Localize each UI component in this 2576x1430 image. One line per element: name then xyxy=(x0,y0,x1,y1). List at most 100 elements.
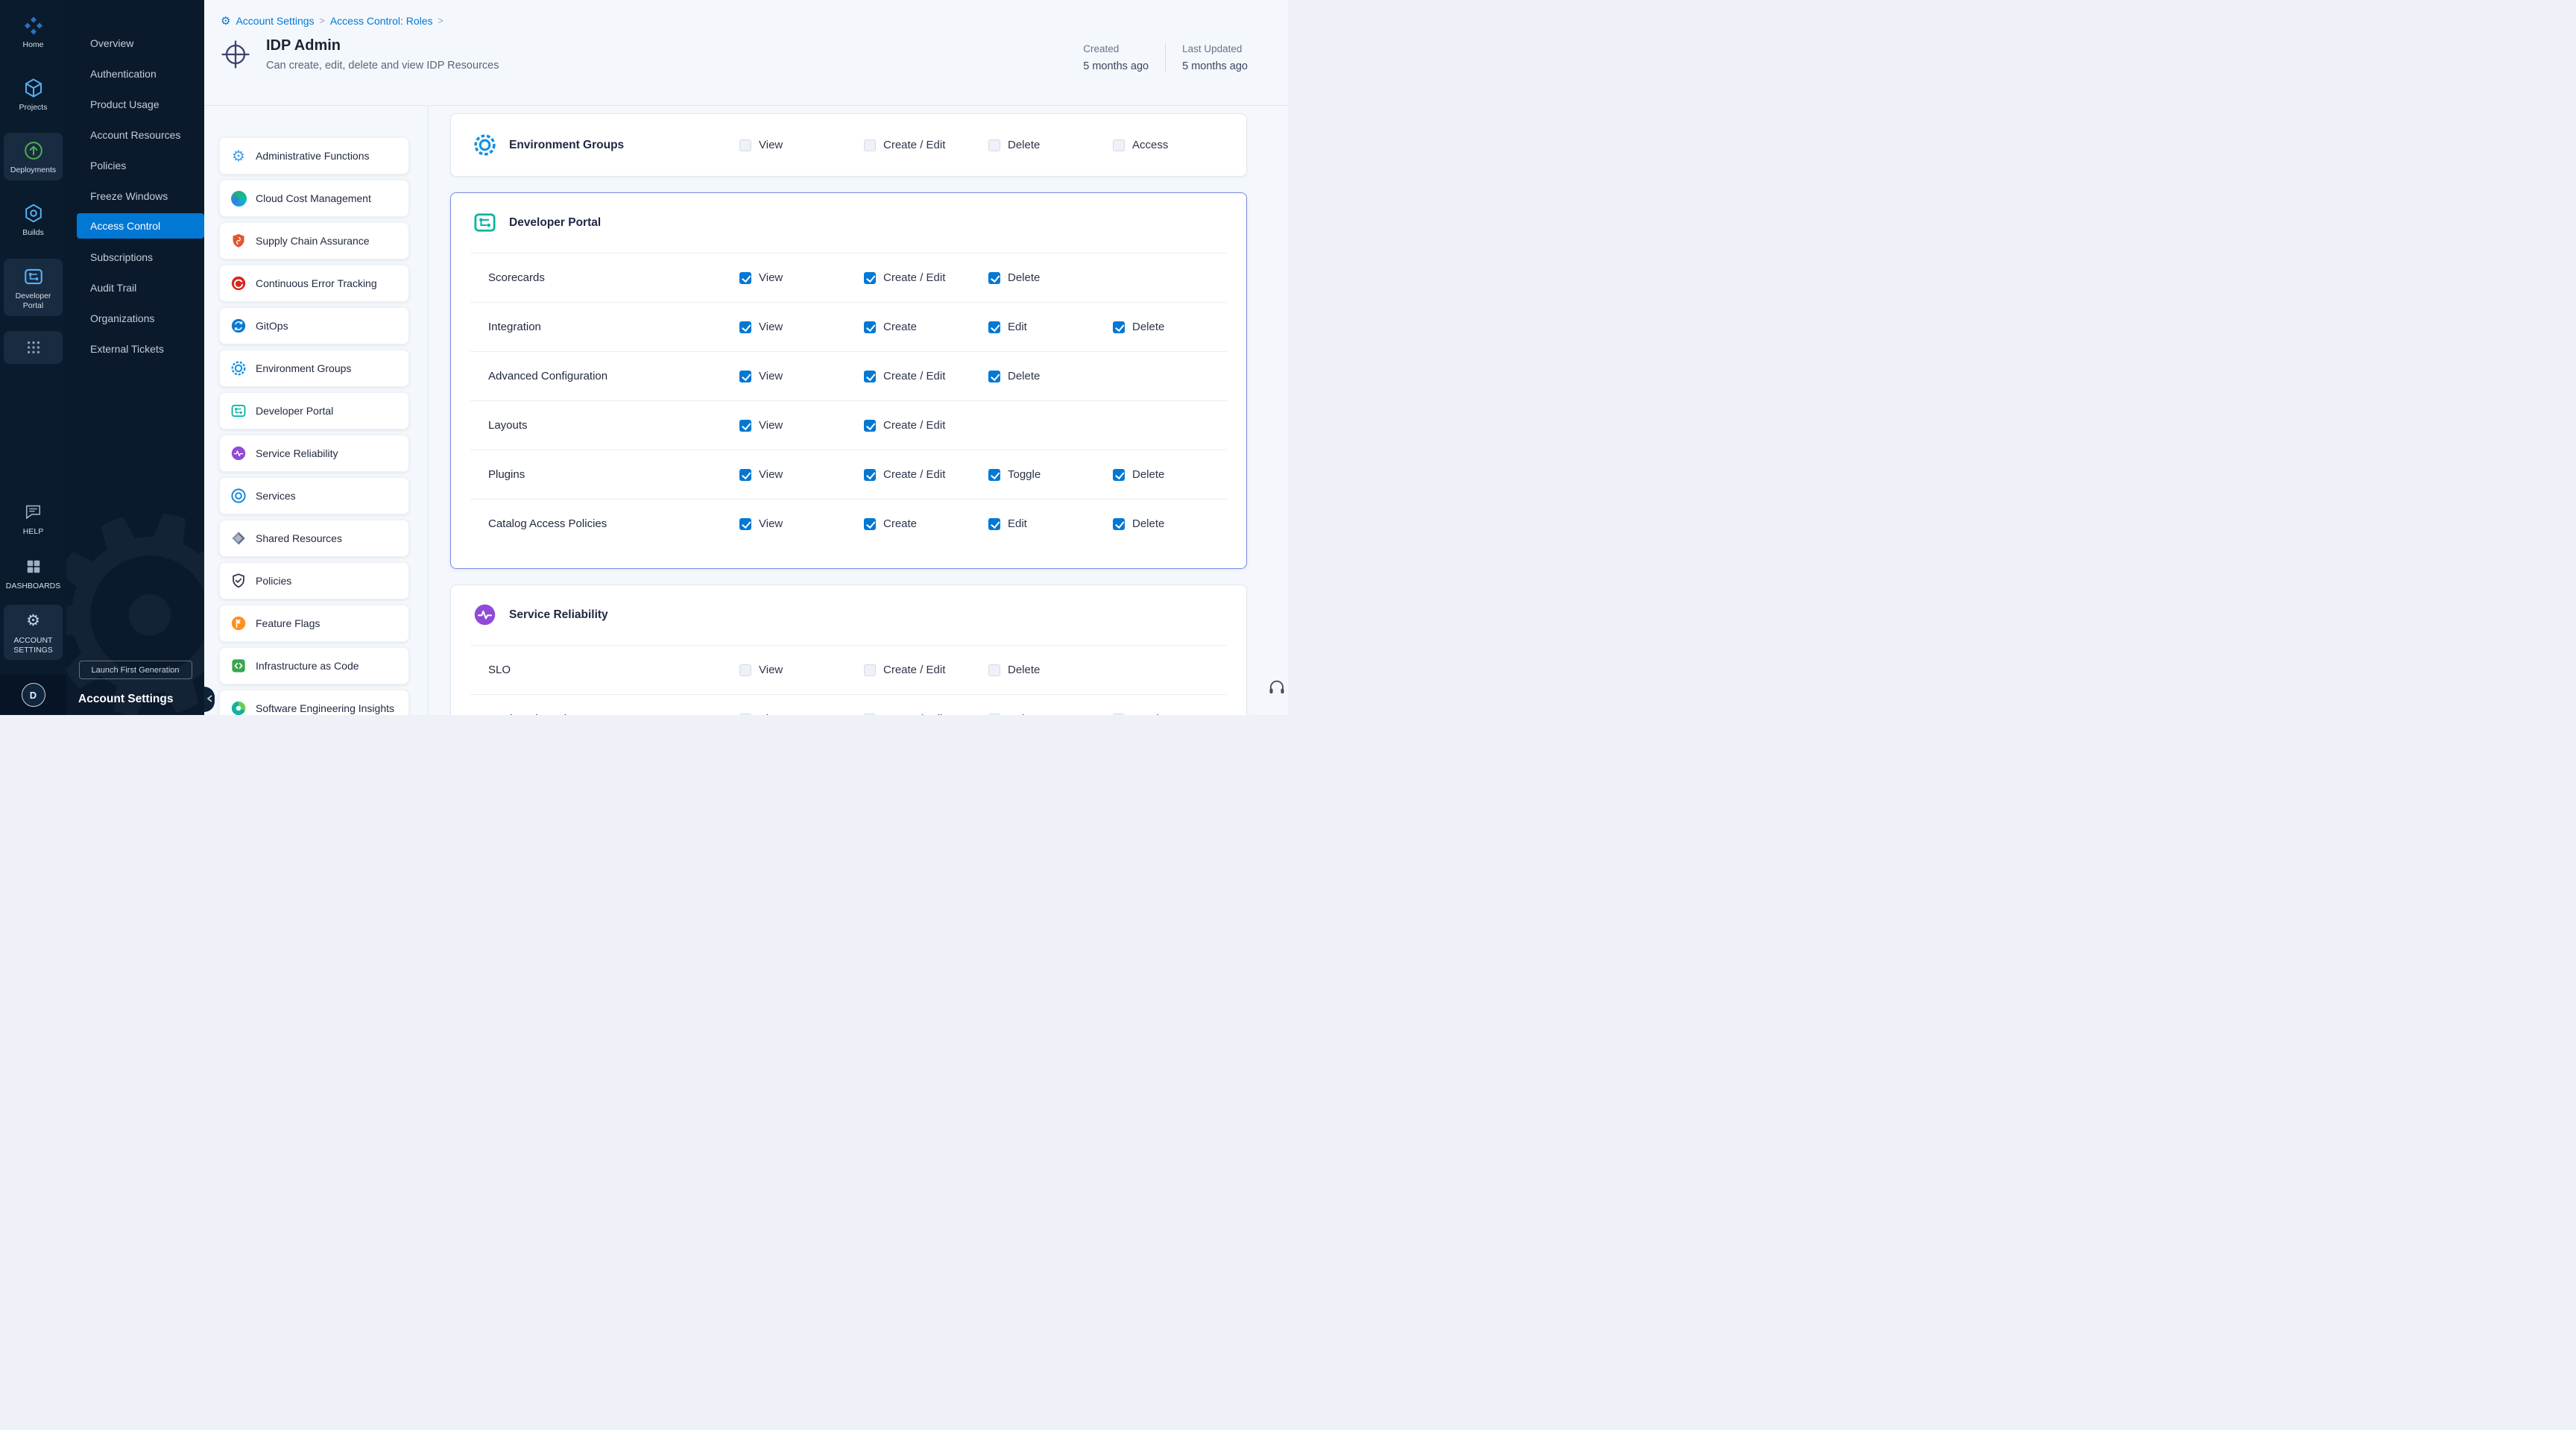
rail-item-home[interactable]: Home xyxy=(4,7,63,55)
permission-check[interactable]: Create / Edit xyxy=(864,664,988,676)
rail-item-account-settings[interactable]: ⚙ ACCOUNT SETTINGS xyxy=(4,605,63,660)
resource-item-gitops[interactable]: GitOps xyxy=(219,307,409,344)
permission-check[interactable]: View xyxy=(739,517,864,530)
rail-item-builds[interactable]: Builds xyxy=(4,195,63,243)
checkbox[interactable] xyxy=(988,664,1000,676)
resource-item-cloud-cost-management[interactable]: Cloud Cost Management xyxy=(219,180,409,217)
permission-check[interactable]: Create / Edit xyxy=(864,468,988,481)
sidebar-item-external-tickets[interactable]: External Tickets xyxy=(66,333,204,364)
permission-check[interactable]: Delete xyxy=(988,271,1113,284)
permission-check[interactable]: View xyxy=(739,370,864,382)
permission-check[interactable]: Delete xyxy=(988,139,1113,151)
permission-check[interactable]: View xyxy=(739,271,864,284)
permission-check[interactable]: Delete xyxy=(988,713,1113,715)
permission-check[interactable]: View xyxy=(739,713,864,715)
checkbox[interactable] xyxy=(988,469,1000,481)
checkbox[interactable] xyxy=(988,371,1000,382)
permission-check[interactable]: Delete xyxy=(988,664,1113,676)
sidebar-item-access-control[interactable]: Access Control xyxy=(77,213,204,239)
resource-item-supply-chain-assurance[interactable]: Supply Chain Assurance xyxy=(219,222,409,259)
resource-item-environment-groups[interactable]: Environment Groups xyxy=(219,350,409,387)
checkbox[interactable] xyxy=(864,321,876,333)
checkbox[interactable] xyxy=(739,469,751,481)
checkbox[interactable] xyxy=(988,272,1000,284)
checkbox[interactable] xyxy=(739,371,751,382)
checkbox[interactable] xyxy=(864,139,876,151)
breadcrumb-account-settings[interactable]: Account Settings xyxy=(236,15,314,27)
checkbox[interactable] xyxy=(739,664,751,676)
resource-item-services[interactable]: Services xyxy=(219,477,409,514)
checkbox[interactable] xyxy=(739,272,751,284)
resource-item-service-reliability[interactable]: Service Reliability xyxy=(219,435,409,472)
checkbox[interactable] xyxy=(1113,139,1125,151)
resource-item-feature-flags[interactable]: Feature Flags xyxy=(219,605,409,642)
checkbox[interactable] xyxy=(864,469,876,481)
breadcrumb-access-control-roles[interactable]: Access Control: Roles xyxy=(330,15,433,27)
checkbox[interactable] xyxy=(864,518,876,530)
resource-item-administrative-functions[interactable]: ⚙ Administrative Functions xyxy=(219,137,409,174)
permission-check[interactable]: Delete xyxy=(1113,517,1227,530)
rail-item-projects[interactable]: Projects xyxy=(4,70,63,118)
permission-check[interactable]: Delete xyxy=(1113,468,1227,481)
permission-check[interactable]: Edit xyxy=(988,517,1113,530)
sidebar-item-organizations[interactable]: Organizations xyxy=(66,303,204,333)
permission-check[interactable]: View xyxy=(739,419,864,432)
permission-check[interactable]: Create / Edit xyxy=(864,713,988,715)
rail-item-dashboards[interactable]: DASHBOARDS xyxy=(4,550,63,596)
rail-item-deployments[interactable]: Deployments xyxy=(4,133,63,180)
permission-check[interactable]: View xyxy=(739,468,864,481)
permission-check[interactable]: Create / Edit xyxy=(864,419,988,432)
checkbox[interactable] xyxy=(739,518,751,530)
checkbox[interactable] xyxy=(739,321,751,333)
permission-check[interactable]: Edit xyxy=(988,321,1113,333)
rail-item-developer-portal[interactable]: Developer Portal xyxy=(4,259,63,316)
checkbox[interactable] xyxy=(864,371,876,382)
resource-item-policies[interactable]: Policies xyxy=(219,562,409,599)
resource-item-software-engineering-insights[interactable]: Software Engineering Insights xyxy=(219,690,409,715)
launch-first-generation-button[interactable]: Launch First Generation xyxy=(79,661,192,679)
permission-check[interactable]: View xyxy=(739,664,864,676)
resource-item-continuous-error-tracking[interactable]: Continuous Error Tracking xyxy=(219,265,409,302)
permission-check[interactable]: View xyxy=(739,321,864,333)
checkbox[interactable] xyxy=(739,139,751,151)
sidebar-item-account-resources[interactable]: Account Resources xyxy=(66,119,204,150)
rail-item-help[interactable]: HELP xyxy=(4,496,63,541)
checkbox[interactable] xyxy=(988,714,1000,716)
user-avatar[interactable]: D xyxy=(22,683,45,707)
sidebar-item-overview[interactable]: Overview xyxy=(66,28,204,58)
permission-check[interactable]: Access xyxy=(1113,139,1227,151)
checkbox[interactable] xyxy=(988,518,1000,530)
checkbox[interactable] xyxy=(864,714,876,716)
sidebar-item-freeze-windows[interactable]: Freeze Windows xyxy=(66,180,204,211)
permission-check[interactable]: Create / Edit xyxy=(864,139,988,151)
permission-check[interactable]: Create / Edit xyxy=(864,271,988,284)
permission-check[interactable]: View xyxy=(739,139,864,151)
support-headset-icon[interactable] xyxy=(1267,678,1287,697)
permission-check[interactable]: Toggle xyxy=(988,468,1113,481)
checkbox[interactable] xyxy=(1113,321,1125,333)
permission-check[interactable]: Toggle xyxy=(1113,713,1227,715)
resource-item-developer-portal[interactable]: Developer Portal xyxy=(219,392,409,429)
checkbox[interactable] xyxy=(1113,518,1125,530)
permission-check[interactable]: Delete xyxy=(1113,321,1227,333)
permission-check[interactable]: Delete xyxy=(988,370,1113,382)
sidebar-item-subscriptions[interactable]: Subscriptions xyxy=(66,242,204,272)
checkbox[interactable] xyxy=(1113,469,1125,481)
resource-item-infrastructure-as-code[interactable]: Infrastructure as Code xyxy=(219,647,409,684)
checkbox[interactable] xyxy=(988,321,1000,333)
sidebar-item-policies[interactable]: Policies xyxy=(66,150,204,180)
module-switcher-button[interactable] xyxy=(4,331,63,364)
checkbox[interactable] xyxy=(864,272,876,284)
permission-check[interactable]: Create / Edit xyxy=(864,370,988,382)
sidebar-item-product-usage[interactable]: Product Usage xyxy=(66,89,204,119)
sidebar-item-audit-trail[interactable]: Audit Trail xyxy=(66,272,204,303)
checkbox[interactable] xyxy=(864,420,876,432)
permission-check[interactable]: Create xyxy=(864,321,988,333)
sidebar-item-authentication[interactable]: Authentication xyxy=(66,58,204,89)
checkbox[interactable] xyxy=(739,420,751,432)
checkbox[interactable] xyxy=(988,139,1000,151)
checkbox[interactable] xyxy=(864,664,876,676)
checkbox[interactable] xyxy=(739,714,751,716)
permission-check[interactable]: Create xyxy=(864,517,988,530)
checkbox[interactable] xyxy=(1113,714,1125,716)
